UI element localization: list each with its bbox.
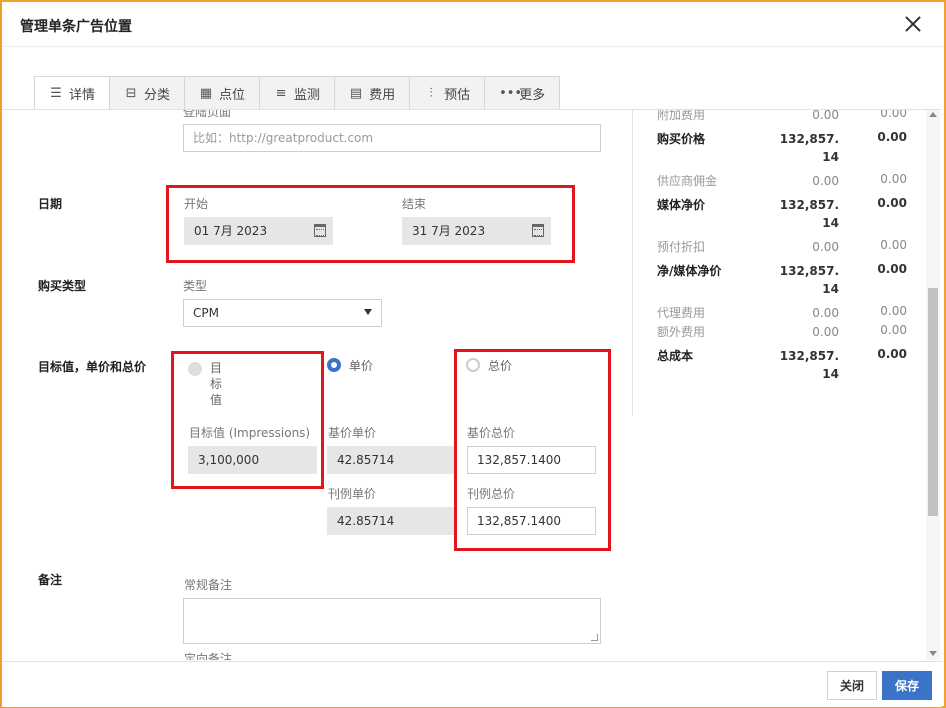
targeted-notes-label: 定向备注	[184, 652, 233, 660]
tab-label: 监测	[294, 87, 321, 103]
cost-value-net: 0.00	[812, 325, 839, 339]
scrollbar[interactable]	[926, 110, 940, 660]
cost-value-net: 132,857.14	[779, 132, 839, 164]
base-total-label: 基价总价	[467, 426, 516, 440]
tab-details[interactable]: ☰ 详情	[34, 76, 111, 110]
total-price-radio-label: 总价	[488, 359, 513, 373]
tab-estimate[interactable]: ⫶ 预估	[409, 76, 486, 109]
close-button[interactable]: 关闭	[827, 671, 877, 700]
close-icon[interactable]	[902, 13, 924, 35]
chart-icon: ⫶	[429, 85, 433, 101]
cost-name: 额外费用	[657, 325, 706, 339]
tab-more[interactable]: ••• 更多	[484, 76, 561, 109]
cost-name: 媒体净价	[657, 198, 706, 212]
tab-label: 费用	[369, 87, 396, 103]
date-label: 日期	[38, 197, 63, 211]
cost-name: 附加费用	[657, 110, 706, 122]
start-date-input[interactable]: 01 7月 2023	[184, 217, 333, 245]
end-date-label: 结束	[402, 197, 427, 211]
rate-total-label: 刊例总价	[467, 487, 516, 501]
scroll-down-arrow-icon[interactable]	[929, 651, 937, 656]
target-field-label: 目标值 (Impressions)	[189, 426, 311, 440]
calendar-icon[interactable]	[314, 224, 326, 237]
dialog-header: 管理单条广告位置	[2, 2, 944, 47]
landing-page-label: 登陆页面	[183, 110, 232, 119]
scroll-up-arrow-icon[interactable]	[929, 112, 937, 117]
tab-label: 详情	[69, 88, 96, 103]
tab-label: 更多	[519, 87, 546, 103]
type-select[interactable]: CPM	[183, 299, 382, 327]
notes-label: 备注	[38, 573, 63, 587]
tab-label: 预估	[444, 87, 471, 103]
cost-value-gross: 0.00	[880, 172, 907, 186]
tab-tracking[interactable]: ≡ 监测	[259, 76, 336, 109]
ellipsis-icon: •••	[499, 85, 523, 101]
cost-value-gross: 0.00	[877, 196, 907, 210]
cost-value-gross: 0.00	[877, 347, 907, 361]
cost-value-net: 0.00	[812, 240, 839, 254]
cost-name: 总成本	[657, 349, 694, 363]
cost-name: 购买价格	[657, 132, 706, 146]
dialog-footer: 关闭 保存	[2, 661, 942, 707]
tab-label: 分类	[144, 87, 171, 103]
tab-category[interactable]: ⊟ 分类	[109, 76, 186, 109]
cost-value-net: 0.00	[812, 110, 839, 122]
save-button[interactable]: 保存	[882, 671, 932, 700]
type-label: 类型	[183, 279, 208, 293]
target-radio-label: 目 标 值	[210, 361, 223, 407]
cost-value-net: 132,857.14	[779, 198, 839, 230]
unit-price-radio[interactable]	[327, 358, 341, 372]
cost-value-net: 132,857.14	[779, 264, 839, 296]
calculator-icon: ▤	[349, 85, 363, 101]
dialog-title: 管理单条广告位置	[20, 19, 132, 35]
resize-handle[interactable]	[591, 634, 598, 641]
cost-value-net: 0.00	[812, 306, 839, 320]
cost-value-gross: 0.00	[877, 262, 907, 276]
landing-page-input[interactable]: 比如：http://greatproduct.com	[183, 124, 601, 152]
buy-type-label: 购买类型	[38, 279, 87, 293]
cost-value-gross: 0.00	[877, 130, 907, 144]
tab-spots[interactable]: ▦ 点位	[184, 76, 261, 109]
panel-divider	[632, 110, 633, 416]
rate-unit-input[interactable]: 42.85714	[327, 507, 455, 535]
goal-label: 目标值，单价和总价	[38, 360, 147, 374]
cost-name: 代理费用	[657, 306, 706, 320]
archive-icon: ⊟	[125, 85, 137, 101]
start-date-label: 开始	[184, 197, 209, 211]
cost-value-gross: 0.00	[880, 304, 907, 318]
scroll-thumb[interactable]	[928, 288, 938, 516]
target-radio[interactable]	[188, 362, 202, 376]
base-unit-label: 基价单价	[328, 426, 377, 440]
tab-costs[interactable]: ▤ 费用	[334, 76, 411, 109]
cost-value-net: 0.00	[812, 174, 839, 188]
tab-label: 点位	[219, 87, 246, 103]
total-price-radio[interactable]	[466, 358, 480, 372]
cost-name: 净/媒体净价	[657, 264, 722, 278]
details-panel: 登陆页面 比如：http://greatproduct.com 日期 开始 01…	[2, 110, 942, 660]
cost-value-gross: 0.00	[880, 323, 907, 337]
list-icon: ☰	[50, 86, 62, 101]
cost-name: 供应商佣金	[657, 174, 718, 188]
calendar-icon: ▦	[199, 85, 213, 101]
general-notes-textarea[interactable]	[183, 598, 601, 644]
base-unit-input[interactable]: 42.85714	[327, 446, 455, 474]
calendar-icon[interactable]	[532, 224, 544, 237]
chevron-down-icon	[364, 309, 372, 315]
end-date-input[interactable]: 31 7月 2023	[402, 217, 551, 245]
tab-bar: ☰ 详情 ⊟ 分类 ▦ 点位 ≡ 监测 ▤ 费用 ⫶ 预估 ••• 更多	[34, 76, 561, 110]
rate-unit-label: 刊例单价	[328, 487, 377, 501]
general-notes-label: 常规备注	[184, 578, 233, 592]
cost-value-gross: 0.00	[880, 110, 907, 120]
stack-icon: ≡	[275, 85, 287, 101]
end-date-value: 31 7月 2023	[412, 224, 486, 238]
type-select-value: CPM	[193, 306, 219, 320]
rate-total-input[interactable]: 132,857.1400	[467, 507, 596, 535]
start-date-value: 01 7月 2023	[194, 224, 268, 238]
base-total-input[interactable]: 132,857.1400	[467, 446, 596, 474]
target-value-input[interactable]: 3,100,000	[188, 446, 317, 474]
unit-price-radio-label: 单价	[349, 359, 374, 373]
cost-value-net: 132,857.14	[779, 349, 839, 381]
cost-value-gross: 0.00	[880, 238, 907, 252]
cost-name: 预付折扣	[657, 240, 706, 254]
